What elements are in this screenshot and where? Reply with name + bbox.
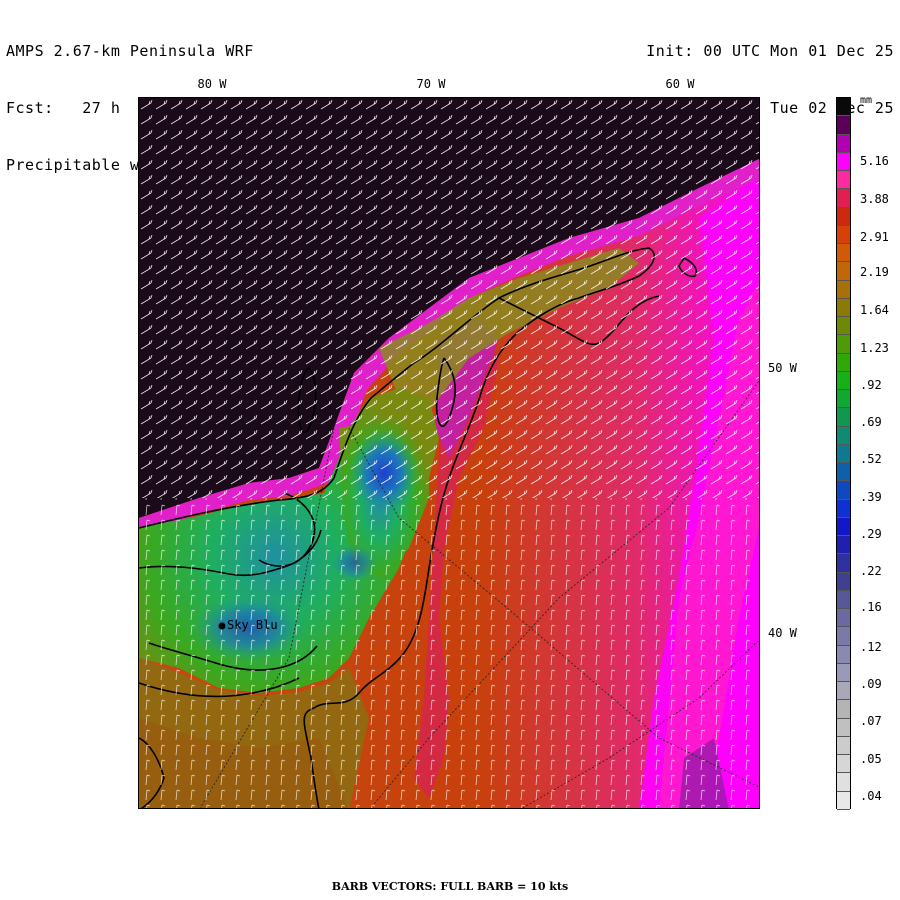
legend-swatch [837,298,850,317]
legend-level-label: 5.16 [860,154,889,168]
legend-swatch [837,116,850,135]
legend-swatch [837,262,850,281]
legend-swatch [837,207,850,226]
legend-swatch [837,590,850,609]
legend-swatch [837,700,850,719]
legend-level-label: .22 [860,564,882,578]
lon-label-70w: 70 W [416,77,446,91]
legend-level-label: .16 [860,600,882,614]
legend-swatch [837,755,850,774]
station-label: Sky Blu [227,618,278,632]
legend-swatch [837,499,850,518]
legend-level-label: .09 [860,677,882,691]
legend-swatch [837,426,850,445]
legend-level-label: .05 [860,752,882,766]
legend-swatch [837,134,850,153]
legend-swatch [837,682,850,701]
lon-label-60w: 60 W [665,77,695,91]
legend-swatch [837,463,850,482]
legend-swatch [837,171,850,190]
legend-swatch [837,517,850,536]
legend-level-label: .39 [860,490,882,504]
wind-barbs-south [139,498,759,808]
lat-label-upper: 50 W [768,361,797,375]
legend-swatch [837,736,850,755]
map-canvas [139,98,759,808]
legend-level-label: .52 [860,452,882,466]
legend-swatch [837,408,850,427]
legend-swatch [837,280,850,299]
legend-swatch [837,481,850,500]
legend-swatch [837,718,850,737]
legend-swatch [837,98,850,117]
legend-level-label: 3.88 [860,192,889,206]
legend-swatch [837,791,850,810]
legend-unit: mm [860,95,873,106]
station-sky-blu[interactable] [218,622,226,630]
barb-footer: BARB VECTORS: FULL BARB = 10 kts [331,880,569,893]
precipitable-water-map[interactable]: Sky Blu [138,97,760,809]
legend-swatch [837,317,850,336]
legend-swatch [837,609,850,628]
legend-swatch [837,627,850,646]
legend-level-label: 1.23 [860,341,889,355]
legend-level-label: 2.19 [860,265,889,279]
color-legend [836,97,851,810]
legend-level-label: .12 [860,640,882,654]
legend-swatch [837,554,850,573]
station-marker-icon [218,622,226,630]
legend-swatch [837,663,850,682]
wind-barbs-north [139,98,759,498]
lon-label-80w: 80 W [197,77,227,91]
legend-swatch [837,152,850,171]
legend-swatch [837,335,850,354]
legend-level-label: .92 [860,378,882,392]
legend-swatch [837,225,850,244]
legend-level-label: .29 [860,527,882,541]
legend-level-label: 2.91 [860,230,889,244]
init-time: Init: 00 UTC Mon 01 Dec 25 [646,42,894,60]
legend-swatch [837,353,850,372]
legend-level-label: .07 [860,714,882,728]
legend-swatch [837,371,850,390]
legend-swatch [837,390,850,409]
legend-swatch [837,773,850,792]
legend-swatch [837,645,850,664]
model-title: AMPS 2.67-km Peninsula WRF [6,42,254,60]
legend-swatch [837,189,850,208]
legend-swatch [837,572,850,591]
legend-swatch [837,444,850,463]
legend-swatch [837,536,850,555]
legend-level-label: 1.64 [860,303,889,317]
legend-level-label: .04 [860,789,882,803]
legend-level-label: .69 [860,415,882,429]
legend-swatch [837,244,850,263]
lat-label-lower: 40 W [768,626,797,640]
